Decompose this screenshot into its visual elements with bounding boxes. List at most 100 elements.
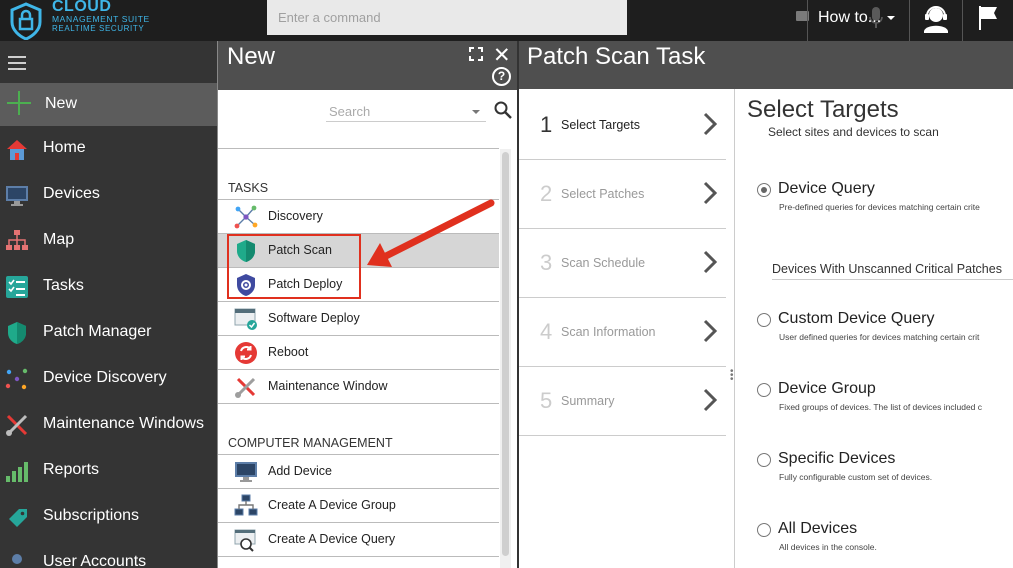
user-icon	[12, 554, 22, 564]
scrollbar-thumb[interactable]	[502, 152, 509, 556]
nav-item-label: Reports	[43, 461, 100, 478]
command-input[interactable]	[267, 0, 517, 35]
notifications-flag-button[interactable]	[962, 0, 1013, 41]
help-icon[interactable]: ?	[492, 67, 511, 86]
wizard-step-select-targets[interactable]: 1 Select Targets	[519, 91, 726, 160]
chevron-right-icon	[703, 112, 718, 136]
new-panel-header: New ✕ ?	[218, 41, 518, 90]
logo-tagline: REALTIME SECURITY	[52, 24, 145, 33]
close-icon[interactable]: ✕	[493, 45, 511, 66]
option-description: Pre-defined queries for devices matching…	[779, 202, 980, 212]
wizard-step-summary[interactable]: 5 Summary	[519, 367, 726, 436]
step-number: 2	[540, 181, 553, 206]
task-item-label: Maintenance Window	[268, 379, 388, 393]
monitor-icon	[6, 186, 28, 206]
nav-item-label: Map	[43, 231, 75, 248]
task-item-maintenance-window[interactable]: Maintenance Window	[218, 370, 499, 404]
monitor-icon	[235, 462, 257, 482]
nav-item-patch-manager[interactable]: Patch Manager	[0, 310, 217, 356]
task-item-label: Software Deploy	[268, 311, 360, 325]
wizard-step-scan-information[interactable]: 4 Scan Information	[519, 298, 726, 367]
step-number: 5	[540, 388, 553, 413]
nav-item-label: Tasks	[43, 277, 84, 294]
wizard-header: Patch Scan Task	[519, 41, 1013, 89]
nav-item-device-discovery[interactable]: Device Discovery	[0, 356, 217, 402]
task-item-patch-scan[interactable]: Patch Scan	[218, 234, 499, 268]
support-button[interactable]	[909, 0, 962, 41]
nav-item-user-accounts[interactable]: User Accounts	[0, 540, 217, 568]
scrollbar[interactable]	[500, 149, 511, 568]
device-query-select[interactable]: Devices With Unscanned Critical Patches	[772, 256, 1013, 280]
nav-item-map[interactable]: Map	[0, 218, 217, 264]
option-label: Device Group	[778, 380, 876, 397]
section-title-tasks: TASKS	[228, 181, 269, 195]
section-title: Select Targets	[747, 96, 899, 123]
radio-button[interactable]	[757, 523, 771, 537]
tools-icon	[6, 414, 28, 436]
task-item-label: Reboot	[268, 345, 309, 359]
search-icon[interactable]	[494, 101, 512, 119]
task-item-create-device-group[interactable]: Create A Device Group	[218, 489, 499, 523]
step-number: 3	[540, 250, 553, 275]
radio-button[interactable]	[757, 183, 771, 197]
radio-button[interactable]	[757, 383, 771, 397]
task-item-label: Create A Device Group	[268, 498, 396, 512]
option-label: All Devices	[778, 520, 858, 537]
nav-item-new[interactable]: New	[0, 83, 217, 126]
how-to-label: How to...	[818, 9, 882, 26]
nav-item-label: Subscriptions	[43, 507, 140, 524]
nav-item-devices[interactable]: Devices	[0, 172, 217, 218]
chevron-right-icon	[703, 250, 718, 274]
task-item-label: Add Device	[268, 464, 332, 478]
wizard-step-select-patches[interactable]: 2 Select Patches	[519, 160, 726, 229]
option-label: Device Query	[778, 180, 875, 197]
app-logo[interactable]: CLOUD MANAGEMENT SUITE REALTIME SECURITY	[4, 0, 214, 41]
logo-subtitle: MANAGEMENT SUITE	[52, 14, 150, 24]
subscriptions-icon	[9, 509, 27, 527]
task-item-discovery[interactable]: Discovery	[218, 200, 499, 234]
nav-item-tasks[interactable]: Tasks	[0, 264, 217, 310]
home-icon	[7, 140, 27, 160]
search-input[interactable]	[326, 101, 466, 121]
option-description: All devices in the console.	[779, 542, 877, 552]
resize-grip-icon[interactable]: • • •	[730, 367, 734, 385]
reboot-icon	[235, 342, 257, 364]
task-item-label: Patch Scan	[268, 243, 332, 257]
section-title-computer-management: COMPUTER MANAGEMENT	[228, 436, 393, 450]
nav-item-maintenance-windows[interactable]: Maintenance Windows	[0, 402, 217, 448]
nav-item-label: Home	[43, 139, 86, 156]
nav-item-label: New	[45, 95, 78, 112]
wizard-step-scan-schedule[interactable]: 3 Scan Schedule	[519, 229, 726, 298]
task-item-label: Patch Deploy	[268, 277, 343, 291]
expand-icon[interactable]	[469, 47, 483, 61]
divider	[218, 148, 499, 149]
chevron-right-icon	[703, 388, 718, 412]
step-label: Summary	[561, 394, 615, 408]
nav-item-reports[interactable]: Reports	[0, 448, 217, 494]
hamburger-menu-icon[interactable]	[8, 56, 26, 74]
section-subtitle: Select sites and devices to scan	[768, 125, 939, 139]
how-to-dropdown[interactable]: How to...	[807, 0, 909, 41]
chevron-right-icon	[703, 319, 718, 343]
task-item-create-device-query[interactable]: Create A Device Query	[218, 523, 499, 557]
radio-button[interactable]	[757, 453, 771, 467]
nav-item-home[interactable]: Home	[0, 126, 217, 172]
task-item-add-device[interactable]: Add Device	[218, 455, 499, 489]
step-number: 4	[540, 319, 553, 344]
nav-item-label: Device Discovery	[43, 369, 167, 386]
task-item-reboot[interactable]: Reboot	[218, 336, 499, 370]
nav-item-subscriptions[interactable]: Subscriptions	[0, 494, 217, 540]
panel-title: New	[227, 43, 276, 70]
network-map-icon	[6, 230, 28, 250]
option-label: Custom Device Query	[778, 310, 935, 327]
radio-button[interactable]	[757, 313, 771, 327]
task-item-software-deploy[interactable]: Software Deploy	[218, 302, 499, 336]
option-description: Fully configurable custom set of devices…	[779, 472, 933, 482]
task-item-patch-deploy[interactable]: Patch Deploy	[218, 268, 499, 302]
chevron-right-icon	[703, 181, 718, 205]
reports-icon	[6, 462, 28, 482]
logo-shield-icon	[10, 2, 42, 40]
patch-scan-wizard: Patch Scan Task 1 Select Targets 2 Selec…	[517, 41, 1013, 568]
chevron-down-icon[interactable]	[472, 110, 480, 114]
nav-item-label: User Accounts	[43, 553, 147, 568]
